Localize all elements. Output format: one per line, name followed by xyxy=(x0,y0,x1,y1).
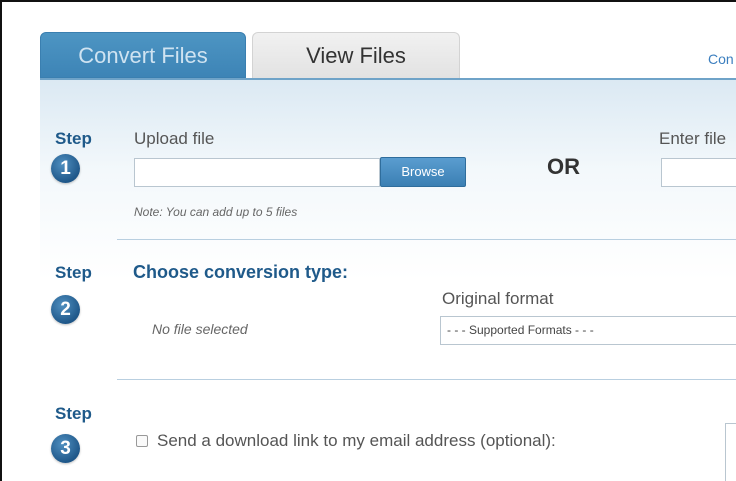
step-1-label: Step xyxy=(55,129,92,148)
step-1-number: 1 xyxy=(51,154,80,183)
tab-convert-files[interactable]: Convert Files xyxy=(40,32,246,78)
original-format-label: Original format xyxy=(442,289,554,308)
conversion-type-heading: Choose conversion type: xyxy=(133,262,349,282)
step-divider xyxy=(117,379,736,380)
upload-file-label: Upload file xyxy=(134,129,215,148)
email-link-checkbox[interactable] xyxy=(136,435,148,447)
tab-bar: Convert Files View Files xyxy=(40,32,736,78)
email-link-label: Send a download link to my email address… xyxy=(157,431,556,450)
upload-limit-note: Note: You can add up to 5 files xyxy=(134,205,298,219)
step-2-number: 2 xyxy=(51,295,80,324)
file-url-input[interactable] xyxy=(661,158,736,187)
step-3-label: Step xyxy=(55,404,92,423)
step-divider xyxy=(117,239,736,240)
original-format-select[interactable]: - - - Supported Formats - - - xyxy=(440,316,736,345)
enter-file-url-label: Enter file xyxy=(659,129,727,148)
step-3-number: 3 xyxy=(51,434,80,463)
converter-page: Convert Files View Files Con Step 1 Uplo… xyxy=(0,0,736,481)
upload-file-input[interactable] xyxy=(134,158,380,187)
or-separator: OR xyxy=(547,154,580,179)
tab-view-files[interactable]: View Files xyxy=(252,32,460,78)
browse-button[interactable]: Browse xyxy=(380,157,466,187)
no-file-selected-text: No file selected xyxy=(152,321,248,337)
step-2-label: Step xyxy=(55,263,92,282)
top-right-link[interactable]: Con xyxy=(708,51,734,67)
email-address-input[interactable] xyxy=(725,423,736,481)
